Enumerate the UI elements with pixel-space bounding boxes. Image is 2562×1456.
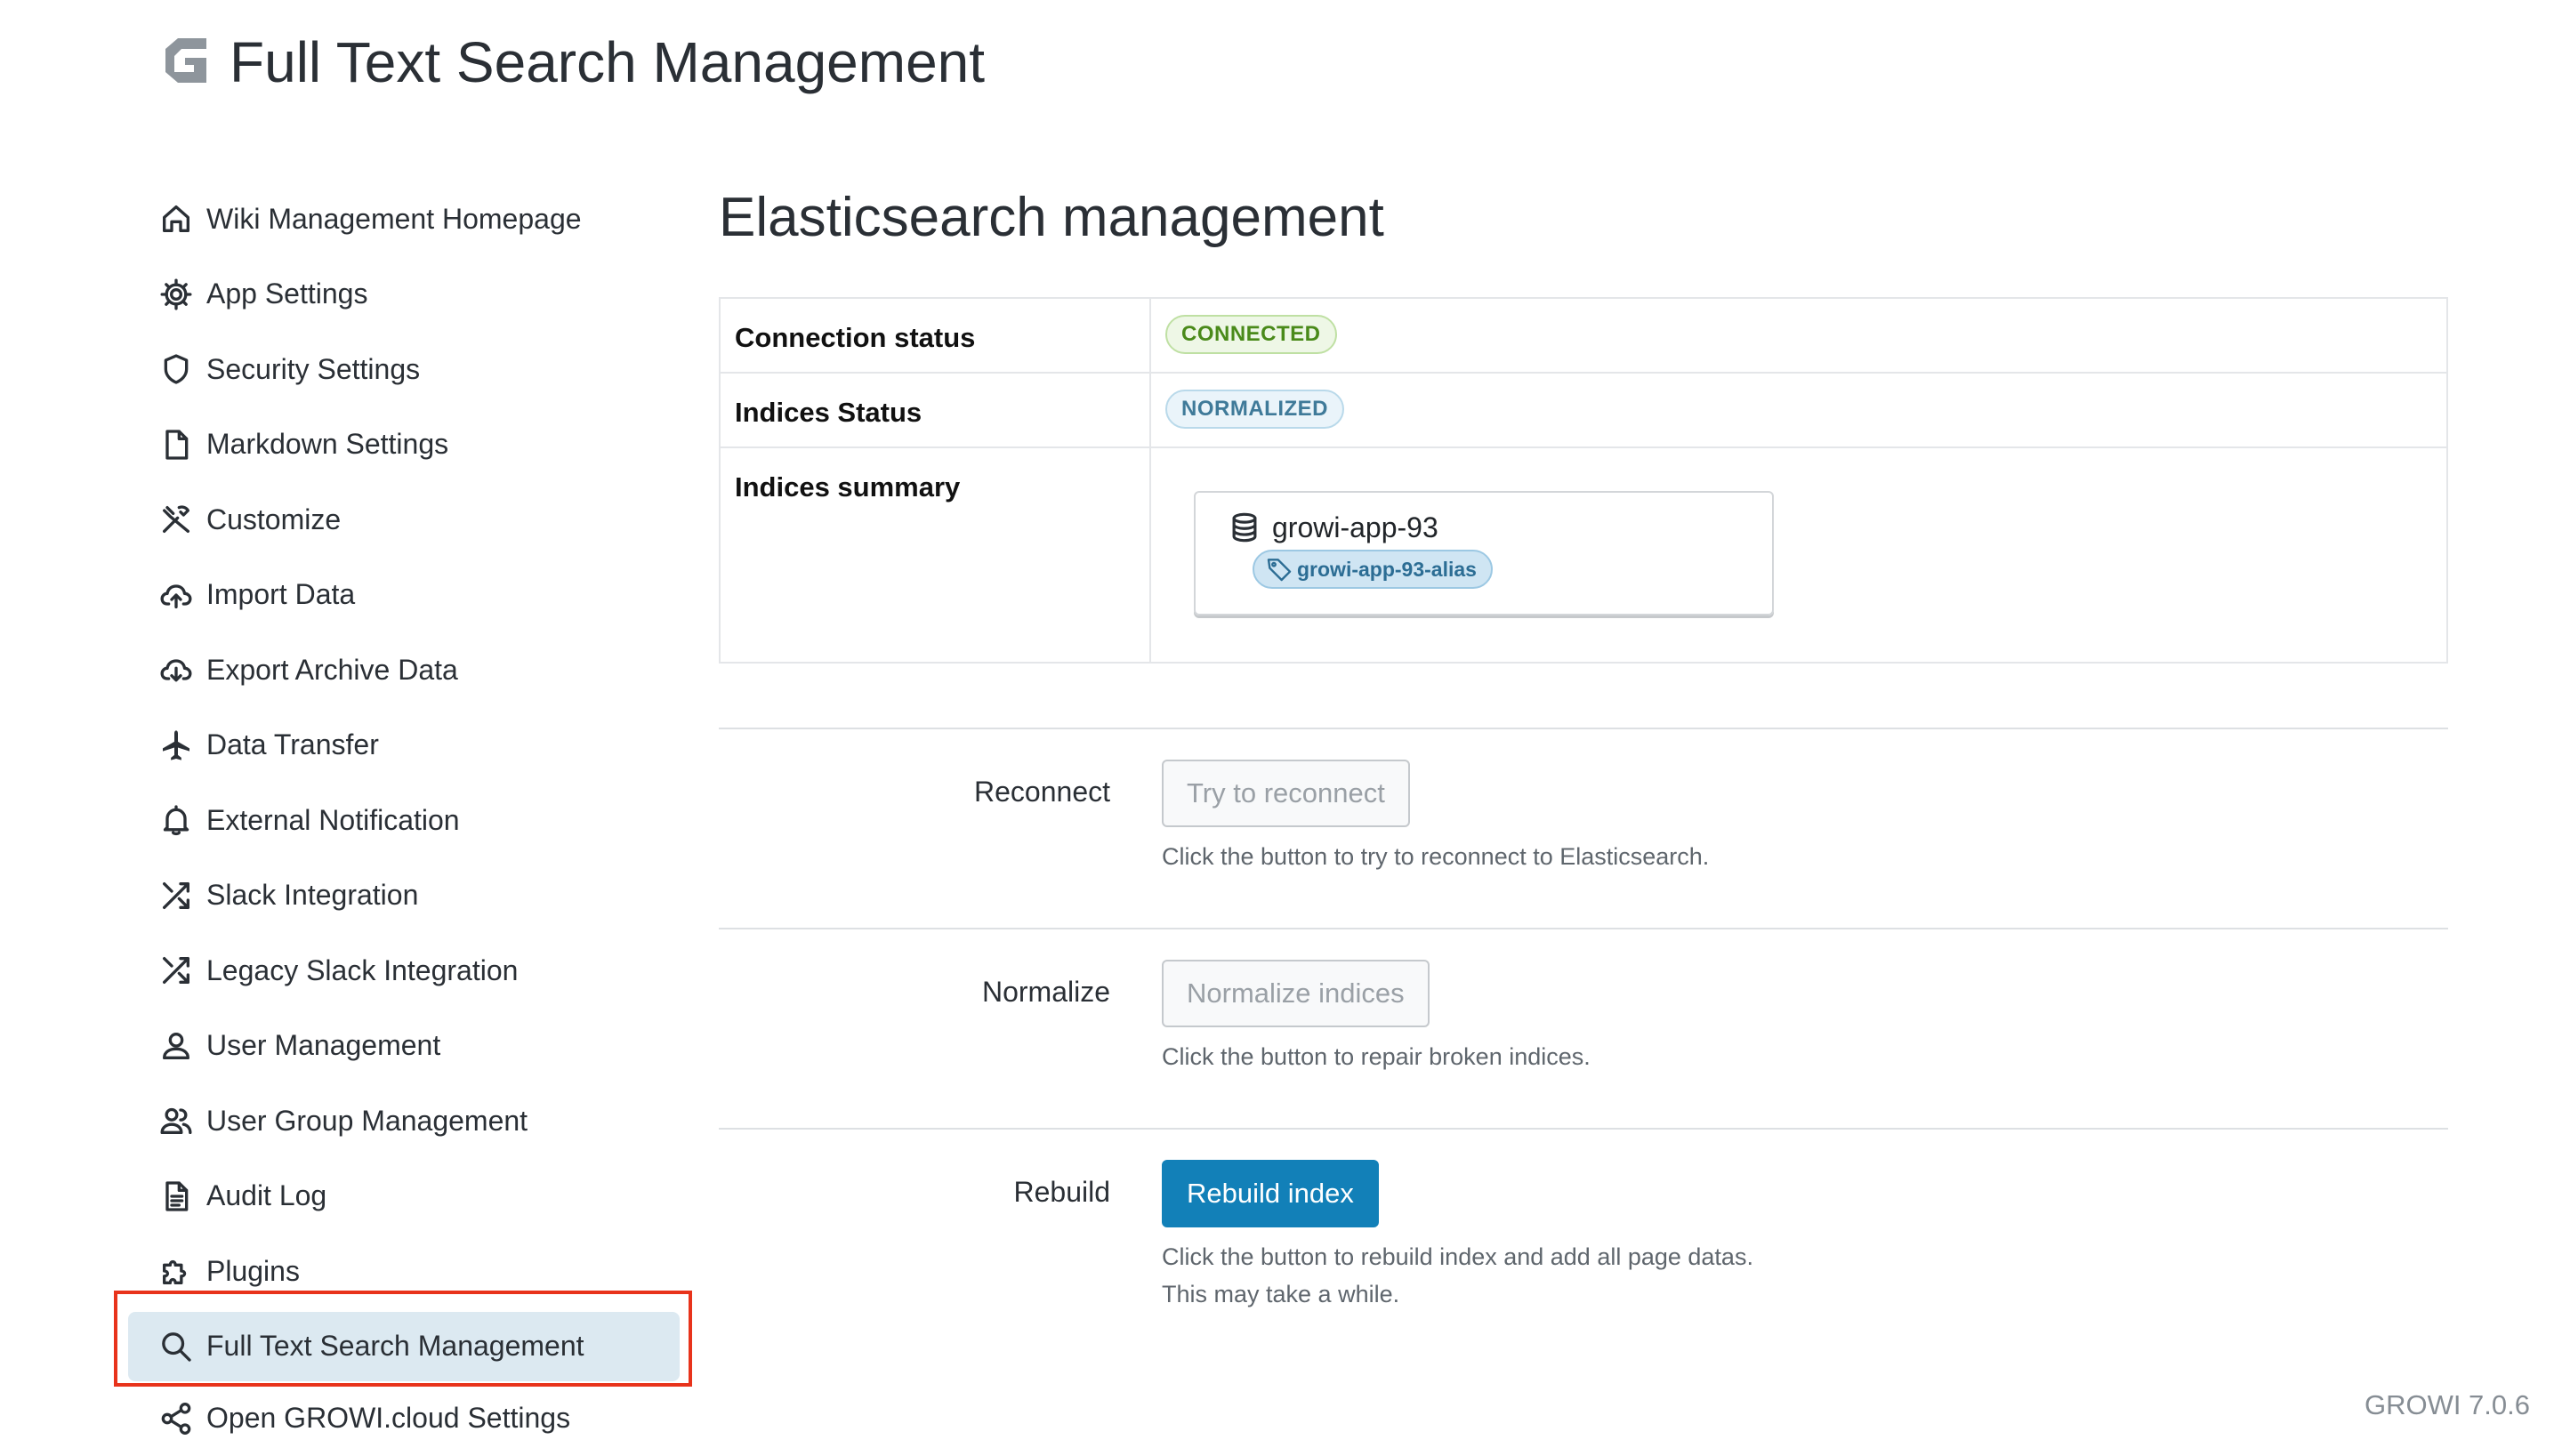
shuffle-icon	[158, 953, 194, 988]
sidebar-item-label: User Group Management	[206, 1105, 528, 1138]
reconnect-section: Reconnect Try to reconnect Click the but…	[719, 728, 2448, 927]
rebuild-help: Click the button to rebuild index and ad…	[1162, 1238, 1753, 1313]
sidebar-item-label: Wiki Management Homepage	[206, 203, 582, 236]
sidebar-item-customize[interactable]: Customize	[114, 482, 694, 558]
bell-icon	[158, 802, 194, 838]
status-table: Connection status CONNECTED Indices Stat…	[719, 297, 2448, 664]
sidebar-item-external-notification[interactable]: External Notification	[114, 783, 694, 858]
database-icon	[1228, 511, 1261, 544]
sidebar-item-label: Slack Integration	[206, 879, 418, 912]
reconnect-label: Reconnect	[974, 776, 1110, 808]
gear-icon	[158, 277, 194, 312]
page-header: Full Text Search Management	[155, 27, 985, 98]
sidebar-item-slack-integration[interactable]: Slack Integration	[114, 858, 694, 934]
sidebar-item-label: Audit Log	[206, 1179, 326, 1212]
sidebar-item-user-group-management[interactable]: User Group Management	[114, 1083, 694, 1159]
sidebar-item-label: Full Text Search Management	[206, 1330, 584, 1363]
normalize-section: Normalize Normalize indices Click the bu…	[719, 928, 2448, 1127]
reconnect-help: Click the button to try to reconnect to …	[1162, 838, 1709, 875]
sidebar-item-label: Open GROWI.cloud Settings	[206, 1402, 570, 1435]
cloud-upload-icon	[158, 577, 194, 613]
sidebar-item-markdown-settings[interactable]: Markdown Settings	[114, 407, 694, 483]
rebuild-index-button[interactable]: Rebuild index	[1162, 1160, 1379, 1227]
sidebar-item-wiki-management-homepage[interactable]: Wiki Management Homepage	[114, 181, 694, 257]
sidebar-item-label: Security Settings	[206, 353, 420, 386]
sidebar-item-label: App Settings	[206, 278, 367, 310]
sidebar-item-export-archive-data[interactable]: Export Archive Data	[114, 632, 694, 708]
share-icon	[158, 1401, 194, 1436]
rebuild-help-line-1: Click the button to rebuild index and ad…	[1162, 1238, 1753, 1275]
sidebar-item-security-settings[interactable]: Security Settings	[114, 332, 694, 407]
sidebar-item-label: Customize	[206, 503, 341, 536]
sidebar-item-label: Legacy Slack Integration	[206, 954, 518, 987]
document-icon	[158, 1178, 194, 1214]
sidebar-item-label: User Management	[206, 1029, 440, 1062]
sidebar-item-open-growi-cloud-settings[interactable]: Open GROWI.cloud Settings	[114, 1381, 694, 1456]
sidebar-item-label: Plugins	[206, 1255, 300, 1288]
version-label: GROWI 7.0.6	[2365, 1389, 2530, 1421]
sidebar-item-label: Data Transfer	[206, 728, 379, 761]
search-icon	[158, 1329, 194, 1364]
sidebar-item-data-transfer[interactable]: Data Transfer	[114, 708, 694, 784]
tools-icon	[158, 502, 194, 537]
sidebar-item-import-data[interactable]: Import Data	[114, 558, 694, 633]
connection-status-badge: CONNECTED	[1165, 315, 1337, 354]
growi-logo-icon	[155, 31, 217, 93]
normalize-help: Click the button to repair broken indice…	[1162, 1038, 1591, 1075]
sidebar-item-plugins[interactable]: Plugins	[114, 1234, 694, 1309]
rebuild-label: Rebuild	[1013, 1176, 1110, 1209]
connection-status-label: Connection status	[720, 298, 1150, 373]
index-alias-badge: growi-app-93-alias	[1253, 550, 1493, 589]
page-title: Full Text Search Management	[230, 29, 985, 95]
normalize-indices-button[interactable]: Normalize indices	[1162, 960, 1430, 1027]
sidebar-item-label: Export Archive Data	[206, 654, 458, 687]
home-icon	[158, 201, 194, 237]
sidebar-item-label: Markdown Settings	[206, 428, 448, 461]
rebuild-section: Rebuild Rebuild index Click the button t…	[719, 1128, 2448, 1361]
section-title: Elasticsearch management	[719, 178, 2448, 258]
table-row: Indices Status NORMALIZED	[720, 373, 2447, 447]
sidebar-item-full-text-search-management[interactable]: Full Text Search Management	[128, 1312, 680, 1381]
puzzle-icon	[158, 1253, 194, 1289]
table-row: Indices summary growi-app-93 growi-app-9…	[720, 447, 2447, 663]
sidebar-item-label: External Notification	[206, 804, 460, 837]
index-name: growi-app-93	[1272, 511, 1438, 544]
file-icon	[158, 427, 194, 463]
users-icon	[158, 1103, 194, 1138]
normalize-label: Normalize	[982, 976, 1110, 1009]
indices-status-label: Indices Status	[720, 373, 1150, 447]
sidebar-item-label: Import Data	[206, 578, 355, 611]
main-content: Elasticsearch management Connection stat…	[719, 178, 2448, 258]
rebuild-help-line-2: This may take a while.	[1162, 1275, 1753, 1313]
sidebar-item-legacy-slack-integration[interactable]: Legacy Slack Integration	[114, 933, 694, 1009]
table-row: Connection status CONNECTED	[720, 298, 2447, 373]
sidebar-item-audit-log[interactable]: Audit Log	[114, 1159, 694, 1235]
index-card: growi-app-93 growi-app-93-alias	[1194, 491, 1774, 615]
airplane-icon	[158, 728, 194, 763]
indices-status-badge: NORMALIZED	[1165, 390, 1344, 429]
sidebar-item-user-management[interactable]: User Management	[114, 1009, 694, 1084]
admin-sidebar: Wiki Management Homepage App Settings Se…	[114, 181, 694, 1456]
sidebar-item-app-settings[interactable]: App Settings	[114, 257, 694, 333]
tag-icon	[1265, 555, 1293, 583]
try-to-reconnect-button[interactable]: Try to reconnect	[1162, 760, 1410, 827]
user-icon	[158, 1028, 194, 1064]
index-alias: growi-app-93-alias	[1297, 558, 1477, 582]
shield-icon	[158, 351, 194, 387]
cloud-download-icon	[158, 652, 194, 688]
indices-summary-label: Indices summary	[720, 447, 1150, 663]
shuffle-icon	[158, 878, 194, 913]
